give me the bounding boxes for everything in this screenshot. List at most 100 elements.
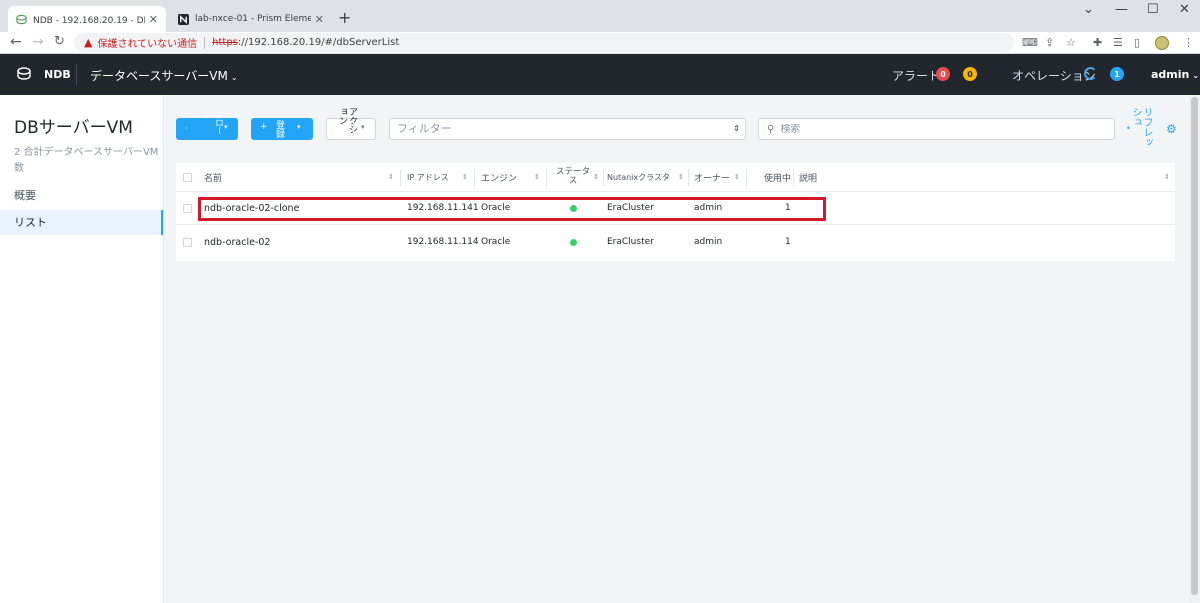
chevron-down-icon: ▾ (297, 123, 301, 131)
column-header-cluster[interactable]: Nutanixクラスタ (607, 163, 670, 191)
table-header: 名前 ⇕ IP アドレス ⇕ エンジン ⇕ ステータス ⇕ Nutanixクラス… (176, 163, 1175, 192)
column-header-in-use[interactable]: 使用中 (764, 163, 791, 191)
section-dropdown[interactable]: データベースサーバーVM ⌄ (90, 67, 238, 84)
minimize-icon[interactable]: — (1115, 2, 1128, 17)
bookmark-star-icon[interactable]: ☆ (1066, 36, 1076, 49)
highlight-annotation (198, 197, 826, 221)
operations-badge[interactable]: 1 (1110, 67, 1124, 81)
column-header-name[interactable]: 名前 (204, 163, 222, 191)
search-input[interactable] (780, 123, 1101, 135)
select-arrows-icon: ⇕ (733, 124, 740, 133)
browser-menu-icon[interactable]: ⋮ (1183, 36, 1194, 49)
sort-icon[interactable]: ⇕ (678, 173, 684, 181)
divider (546, 169, 547, 186)
row-checkbox[interactable] (183, 237, 192, 247)
chevron-down-icon: ▾ (361, 123, 365, 131)
search-box[interactable]: ⚲ (758, 118, 1115, 140)
translate-icon[interactable]: ⌨ (1022, 36, 1038, 49)
close-tab-icon[interactable]: ✕ (149, 13, 158, 26)
tab-search-icon[interactable]: ⌄ (1083, 2, 1094, 17)
url-path: ://192.168.20.19/#/dbServerList (237, 37, 400, 48)
divider (76, 64, 77, 85)
left-panel: DBサーバーVM 2 合計データベースサーバーVM数 概要 リスト (0, 95, 164, 603)
select-all-checkbox[interactable] (183, 172, 192, 182)
page-title: DBサーバーVM (14, 118, 133, 138)
gear-icon[interactable]: ⚙ (1166, 122, 1177, 136)
new-tab-button[interactable]: + (338, 8, 351, 27)
user-name: admin (1151, 68, 1190, 81)
status-ok-icon (570, 238, 577, 246)
ndb-favicon-icon (16, 14, 27, 24)
ndb-logo-icon[interactable] (16, 66, 32, 82)
table-row[interactable]: ndb-oracle-02 192.168.11.114 Oracle EraC… (176, 225, 1175, 259)
divider (793, 169, 794, 186)
critical-alert-badge[interactable]: 0 (936, 67, 950, 81)
main-content: · クローン ▾ + 登録 ▾ アクション ▾ フィルター ⇕ ⚲ • リフレッ… (164, 95, 1189, 603)
select-all-cell (183, 163, 192, 191)
page-scrollbar[interactable] (1189, 95, 1200, 603)
column-header-description[interactable]: 説明 (799, 163, 817, 191)
vm-name[interactable]: ndb-oracle-02 (204, 225, 270, 259)
in-use-count: 1 (785, 237, 791, 247)
filter-dropdown[interactable]: フィルター ⇕ (389, 118, 746, 140)
divider (603, 169, 604, 186)
user-menu[interactable]: admin ⌄ (1151, 68, 1199, 81)
app-header: NDB データベースサーバーVM ⌄ アラート 0 0 オペレーション 1 adm… (0, 54, 1200, 95)
profile-avatar[interactable] (1155, 36, 1169, 50)
forward-icon[interactable]: → (32, 34, 44, 50)
sort-icon[interactable]: ⇕ (462, 173, 468, 181)
filter-placeholder: フィルター (397, 122, 452, 135)
search-icon: ⚲ (767, 123, 775, 135)
nav-item-list[interactable]: リスト (0, 210, 163, 235)
sort-icon[interactable]: ⇕ (534, 173, 540, 181)
clone-button[interactable]: · クローン ▾ (176, 110, 238, 140)
section-label: データベースサーバーVM (90, 69, 228, 83)
nav-item-summary[interactable]: 概要 (0, 183, 163, 208)
url-protocol: https (212, 37, 238, 48)
security-warning[interactable]: 保護されていない通信 (97, 35, 197, 50)
chevron-down-icon: ⌄ (1192, 71, 1200, 80)
clone-label: クローン (200, 110, 223, 134)
address-bar[interactable]: ▲ 保護されていない通信 https ://192.168.20.19/#/db… (74, 33, 1014, 52)
reading-list-icon[interactable]: ☰ (1113, 36, 1123, 49)
column-header-status[interactable]: ステータス (554, 163, 592, 191)
column-header-owner[interactable]: オーナー (694, 163, 730, 191)
row-checkbox[interactable] (183, 203, 192, 213)
chevron-down-icon: ⌄ (230, 73, 238, 82)
refresh-link[interactable]: リフレッシュ (1130, 107, 1152, 155)
divider (688, 169, 689, 186)
actions-label: アクション (337, 107, 357, 134)
browser-toolbar: ← → ↻ ▲ 保護されていない通信 https ://192.168.20.1… (0, 32, 1200, 54)
browser-tab-prism[interactable]: lab-nxce-01 - Prism Element ✕ (170, 6, 332, 32)
row-select-cell (183, 192, 192, 224)
operations-label[interactable]: オペレーション (1012, 67, 1096, 84)
nutanix-favicon-icon (178, 13, 189, 25)
browser-tab-ndb[interactable]: NDB - 192.168.20.19 - DBサーバーVM ✕ (8, 6, 166, 32)
sort-icon[interactable]: ⇕ (1164, 173, 1170, 181)
tab-title: NDB - 192.168.20.19 - DBサーバーVM (33, 15, 145, 26)
actions-button[interactable]: アクション ▾ (326, 107, 376, 140)
alerts-label[interactable]: アラート (892, 67, 940, 84)
back-icon[interactable]: ← (10, 34, 22, 50)
side-panel-icon[interactable]: ▯ (1134, 36, 1140, 49)
divider (400, 169, 401, 186)
sort-icon[interactable]: ⇕ (388, 173, 394, 181)
app-name[interactable]: NDB (44, 68, 71, 81)
column-header-engine[interactable]: エンジン (481, 163, 517, 191)
sort-icon[interactable]: ⇕ (734, 173, 740, 181)
column-header-ip[interactable]: IP アドレス (407, 163, 449, 191)
row-select-cell (183, 225, 192, 259)
maximize-icon[interactable]: ☐ (1147, 2, 1159, 17)
ip-address: 192.168.11.114 (407, 237, 479, 247)
close-window-icon[interactable]: ✕ (1179, 2, 1190, 17)
divider (353, 122, 354, 136)
warning-alert-badge[interactable]: 0 (963, 67, 977, 81)
sort-icon[interactable]: ⇕ (593, 173, 599, 181)
share-icon[interactable]: ⇪ (1045, 36, 1054, 49)
extensions-icon[interactable]: ✚ (1093, 36, 1102, 49)
reload-icon[interactable]: ↻ (54, 34, 65, 49)
status-cell (570, 225, 577, 259)
scrollbar-thumb[interactable] (1191, 97, 1198, 595)
close-tab-icon[interactable]: ✕ (315, 13, 324, 26)
register-button[interactable]: + 登録 ▾ (251, 118, 313, 140)
